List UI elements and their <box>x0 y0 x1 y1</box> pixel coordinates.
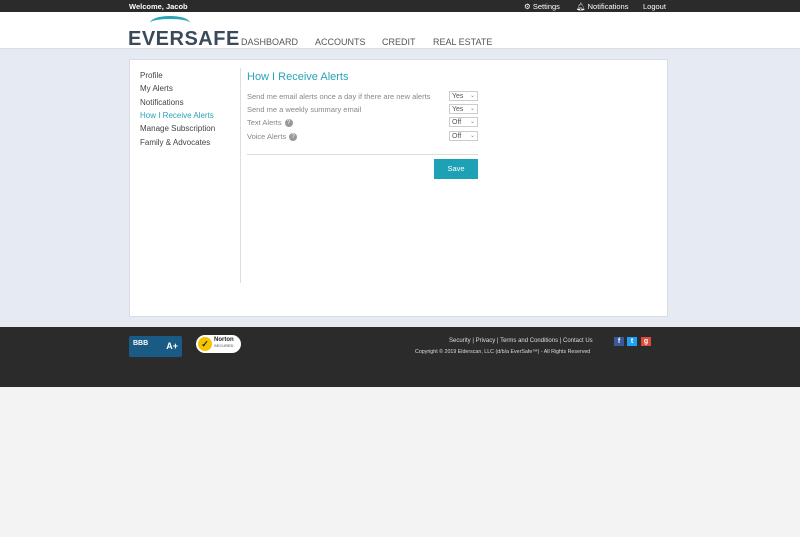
nav-real-estate[interactable]: REAL ESTATE <box>433 37 492 47</box>
terms-link[interactable]: Terms and Conditions <box>500 338 558 344</box>
bbb-badge[interactable]: BBB A+ <box>129 336 182 357</box>
privacy-link[interactable]: Privacy <box>476 338 496 344</box>
checkmark-icon: ✓ <box>198 337 212 351</box>
voice-alerts-value: Off <box>452 133 462 140</box>
bbb-rating: A+ <box>166 341 178 351</box>
welcome-text: Welcome, Jacob <box>129 2 188 11</box>
sidebar-item-my-alerts[interactable]: My Alerts <box>140 84 173 93</box>
nav-dashboard[interactable]: DASHBOARD <box>241 37 298 47</box>
form-divider <box>247 154 478 155</box>
weekly-summary-value: Yes <box>452 106 464 113</box>
settings-card: Profile My Alerts Notifications How I Re… <box>129 59 668 317</box>
contact-link[interactable]: Contact Us <box>563 338 593 344</box>
notifications-link[interactable]: 🔔︎ Notifications <box>576 2 628 11</box>
chevron-down-icon: ⌄ <box>469 106 475 112</box>
settings-link[interactable]: ⚙ Settings <box>524 2 560 11</box>
help-icon[interactable]: ? <box>284 119 293 128</box>
weekly-summary-label: Send me a weekly summary email <box>247 105 362 114</box>
text-alerts-value: Off <box>452 119 462 126</box>
page-title: How I Receive Alerts <box>247 71 349 83</box>
chevron-down-icon: ⌄ <box>469 133 475 139</box>
voice-alerts-label: Voice Alerts <box>247 132 287 141</box>
nav-accounts[interactable]: ACCOUNTS <box>315 37 366 47</box>
header: EVERSAFE DASHBOARD ACCOUNTS CREDIT REAL … <box>0 12 800 51</box>
voice-alerts-row: Voice Alerts? Off ⌄ <box>247 131 478 142</box>
chevron-down-icon: ⌄ <box>469 119 475 125</box>
sidebar-item-how-i-receive-alerts[interactable]: How I Receive Alerts <box>140 111 214 120</box>
sidebar-item-manage-subscription[interactable]: Manage Subscription <box>140 124 215 133</box>
divider <box>240 68 241 283</box>
gear-icon: ⚙ <box>524 2 531 11</box>
save-button[interactable]: Save <box>434 159 478 179</box>
email-alerts-label: Send me email alerts once a day if there… <box>247 92 431 101</box>
top-bar: Welcome, Jacob ⚙ Settings 🔔︎ Notificatio… <box>0 0 800 12</box>
sidebar-item-profile[interactable]: Profile <box>140 71 163 80</box>
norton-sub: SECURED <box>214 343 234 348</box>
sidebar-item-notifications[interactable]: Notifications <box>140 98 184 107</box>
main-area: Profile My Alerts Notifications How I Re… <box>0 49 800 327</box>
norton-badge[interactable]: ✓ Norton SECURED <box>196 335 241 353</box>
logo[interactable]: EVERSAFE <box>128 28 240 51</box>
sidebar-item-family-advocates[interactable]: Family & Advocates <box>140 138 210 147</box>
text-alerts-label: Text Alerts <box>247 118 282 127</box>
chevron-down-icon: ⌄ <box>469 93 475 99</box>
footer: BBB A+ ✓ Norton SECURED Security | Privacy … <box>0 327 800 387</box>
weekly-summary-select[interactable]: Yes ⌄ <box>449 104 478 114</box>
email-alerts-row: Send me email alerts once a day if there… <box>247 91 478 102</box>
facebook-icon[interactable]: f <box>614 337 624 346</box>
google-plus-icon[interactable]: g <box>641 337 651 346</box>
help-icon[interactable]: ? <box>289 133 298 142</box>
twitter-icon[interactable]: t <box>627 337 637 346</box>
text-alerts-row: Text Alerts? Off ⌄ <box>247 117 478 128</box>
text-alerts-select[interactable]: Off ⌄ <box>449 117 478 127</box>
footer-links: Security | Privacy | Terms and Condition… <box>449 338 593 344</box>
copyright: Copyright © 2019 Elderscan, LLC (d/b/a E… <box>415 349 591 355</box>
security-link[interactable]: Security <box>449 338 471 344</box>
logout-link[interactable]: Logout <box>643 2 666 11</box>
notifications-label: Notifications <box>587 2 629 11</box>
email-alerts-value: Yes <box>452 93 464 100</box>
email-alerts-select[interactable]: Yes ⌄ <box>449 91 478 101</box>
nav-credit[interactable]: CREDIT <box>382 37 416 47</box>
weekly-summary-row: Send me a weekly summary email Yes ⌄ <box>247 104 478 115</box>
voice-alerts-select[interactable]: Off ⌄ <box>449 131 478 141</box>
settings-label: Settings <box>532 2 560 11</box>
bell-icon: 🔔︎ <box>576 2 586 11</box>
